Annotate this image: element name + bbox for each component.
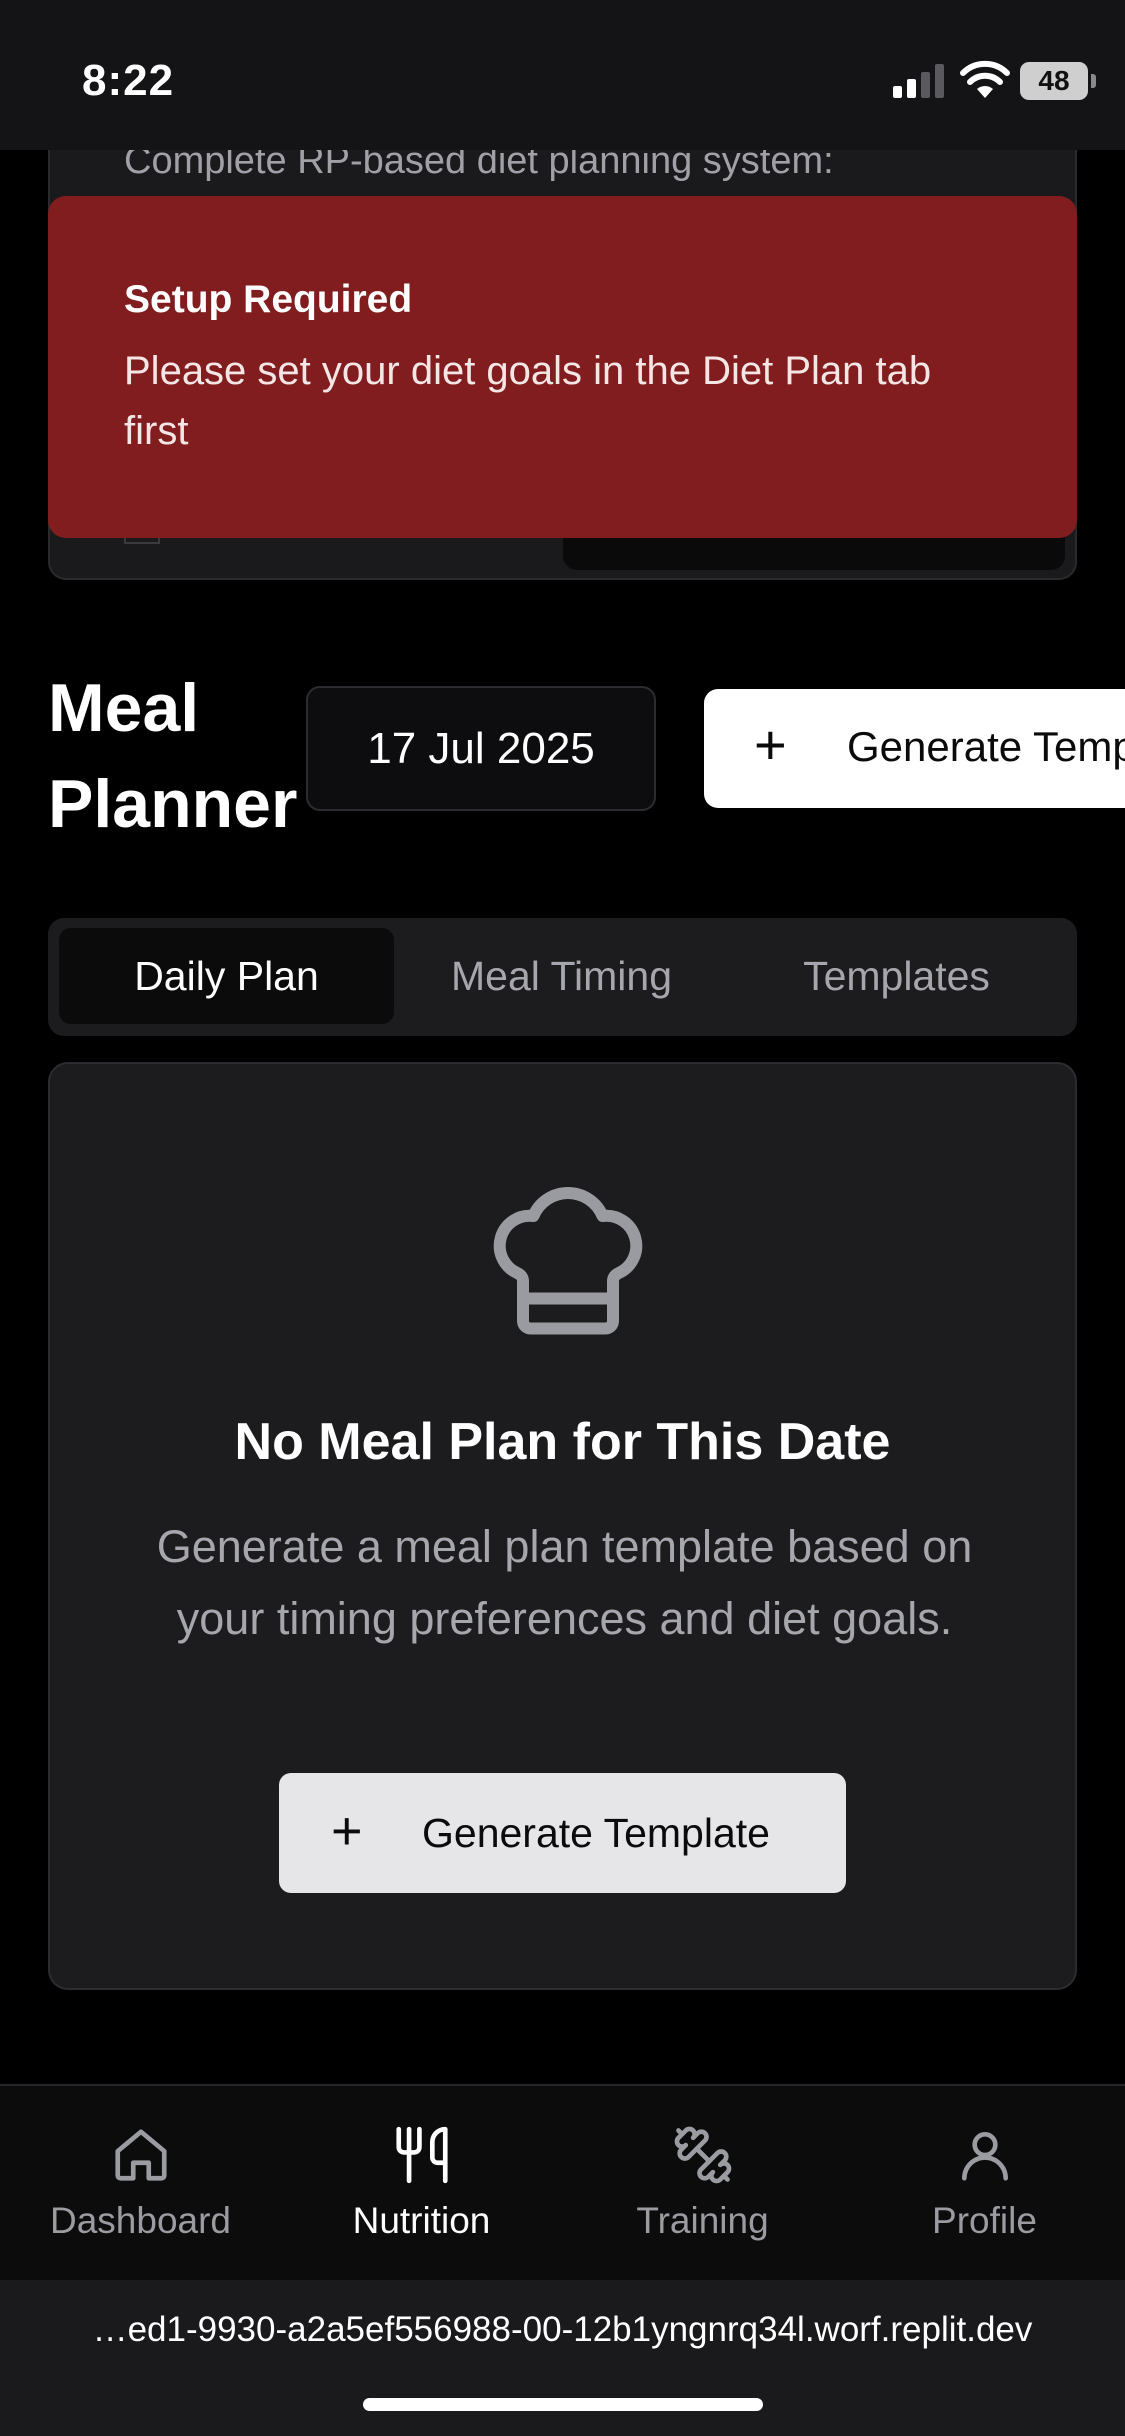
battery-tip: [1091, 74, 1096, 88]
tab-meal-timing[interactable]: Meal Timing: [394, 928, 729, 1024]
status-bar: 8:22 48: [0, 0, 1125, 150]
nav-dashboard-label: Dashboard: [49, 2200, 231, 2241]
nav-profile-label: Profile: [932, 2200, 1037, 2241]
nav-nutrition[interactable]: Nutrition: [281, 2086, 562, 2280]
nav-training-label: Training: [636, 2200, 769, 2241]
nav-training[interactable]: Training: [562, 2086, 843, 2280]
empty-state-card: No Meal Plan for This Date Generate a me…: [48, 1062, 1077, 1990]
tab-templates[interactable]: Templates: [729, 928, 1064, 1024]
meal-planner-tabs: Daily Plan Meal Timing Templates: [48, 918, 1077, 1036]
page-title: Meal Planner: [48, 670, 298, 842]
generate-template-main-label: Generate Template: [422, 1810, 770, 1856]
browser-url-bar[interactable]: …ed1-9930-a2a5ef556988-00-12b1yngnrq34l.…: [0, 2280, 1125, 2436]
dumbbell-icon: [674, 2126, 732, 2184]
setup-required-toast[interactable]: Setup Required Please set your diet goal…: [48, 196, 1077, 538]
utensils-icon: [396, 2126, 448, 2184]
battery-icon: 48: [1020, 62, 1088, 100]
cellular-signal-icon: [893, 64, 944, 98]
plus-icon: +: [754, 713, 787, 776]
bottom-navigation: Dashboard Nutrition Training Profile: [0, 2084, 1125, 2280]
status-time: 8:22: [82, 56, 175, 105]
empty-state-title: No Meal Plan for This Date: [234, 1413, 891, 1471]
empty-state-description: Generate a meal plan template based on y…: [156, 1521, 973, 1644]
url-text: …ed1-9930-a2a5ef556988-00-12b1yngnrq34l.…: [92, 2310, 1033, 2349]
home-indicator[interactable]: [363, 2398, 763, 2411]
user-icon: [962, 2132, 1008, 2181]
wifi-icon: [960, 60, 1010, 98]
plus-icon: +: [331, 1801, 363, 1861]
generate-template-main-button[interactable]: + Generate Template: [279, 1773, 846, 1893]
home-icon: [115, 2129, 167, 2181]
generate-template-button[interactable]: + Generate Template: [704, 689, 1125, 808]
nav-nutrition-label: Nutrition: [352, 2200, 491, 2241]
toast-title: Setup Required: [124, 278, 413, 321]
nav-profile[interactable]: Profile: [844, 2086, 1125, 2280]
chef-hat-icon: [493, 1187, 643, 1335]
tab-daily-plan[interactable]: Daily Plan: [59, 928, 394, 1024]
nav-dashboard[interactable]: Dashboard: [0, 2086, 281, 2280]
date-picker-button[interactable]: 17 Jul 2025: [306, 686, 656, 811]
toast-message: Please set your diet goals in the Diet P…: [124, 349, 932, 453]
generate-template-label: Generate Template: [847, 723, 1125, 770]
